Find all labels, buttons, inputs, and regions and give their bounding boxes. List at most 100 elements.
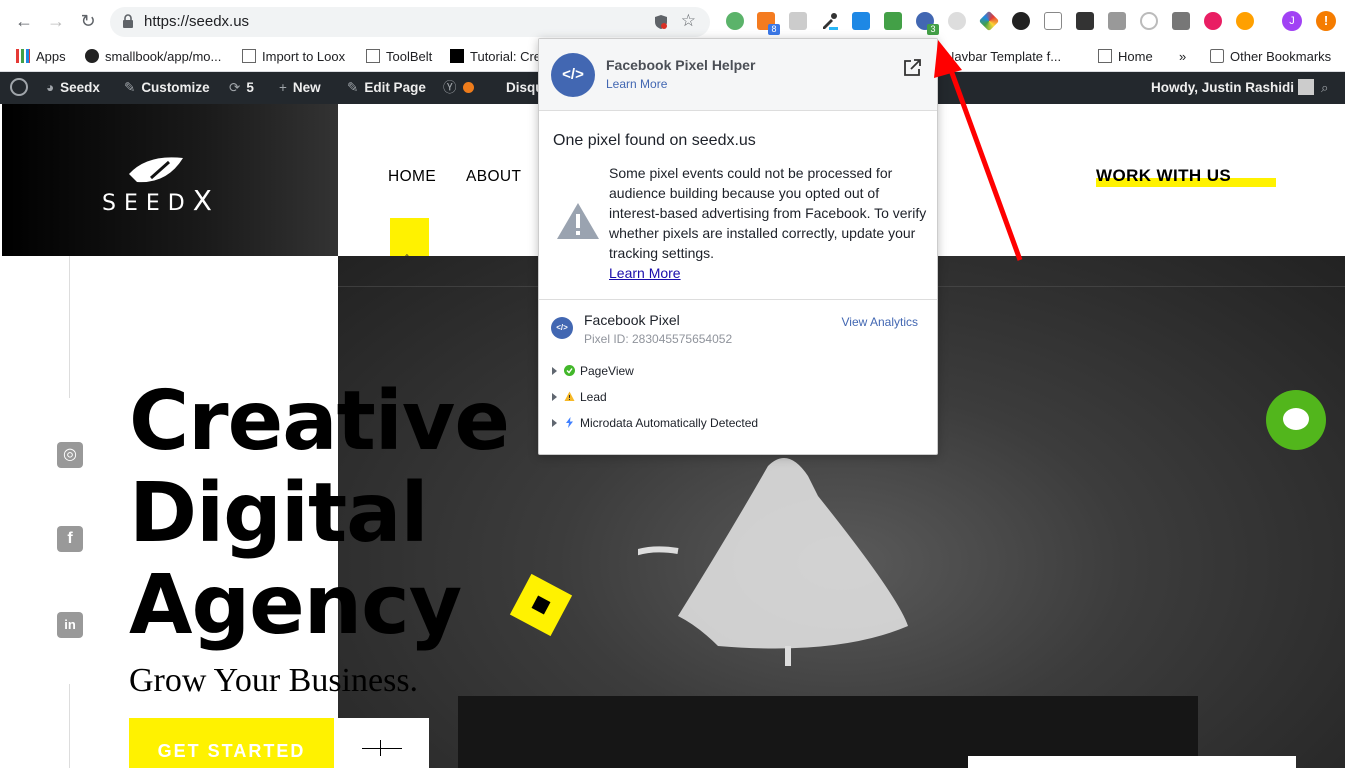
back-icon[interactable]: ← xyxy=(14,11,34,31)
lightning-icon xyxy=(566,417,573,428)
ballerina-image xyxy=(638,458,908,666)
lock-icon xyxy=(123,14,133,28)
bookmarks-overflow[interactable]: » xyxy=(1179,48,1186,66)
bookmark-star-icon[interactable]: ☆ xyxy=(681,11,696,31)
wp-howdy-user[interactable]: Howdy, Justin Rashidi xyxy=(1151,72,1314,104)
popup-header: </> Facebook Pixel Helper Learn More xyxy=(539,39,937,111)
updates-icon: ⟳ xyxy=(229,80,241,95)
url-text[interactable]: https://seedx.us xyxy=(144,13,249,30)
nav-home[interactable]: HOME xyxy=(388,168,436,186)
seo-status-dot xyxy=(462,82,474,93)
arrow-icon xyxy=(362,740,402,756)
bookmark-import-loox[interactable]: Import to Loox xyxy=(242,48,345,66)
pencil-icon: ✎ xyxy=(347,80,359,95)
success-check-icon xyxy=(564,365,575,376)
bookmark-home[interactable]: Home xyxy=(1098,48,1153,66)
reload-icon[interactable]: ↻ xyxy=(78,11,98,31)
pixel-helper-logo-icon: </> xyxy=(551,53,595,97)
medium-icon xyxy=(450,49,464,63)
android-extension-icon[interactable] xyxy=(726,12,744,30)
window-extension-icon[interactable] xyxy=(1108,12,1126,30)
wordpress-logo-icon[interactable] xyxy=(10,72,34,104)
pixel-helper-extension-icon[interactable]: 3 xyxy=(916,12,939,35)
plus-icon: + xyxy=(279,80,287,95)
event-microdata[interactable]: Microdata Automatically Detected xyxy=(552,415,758,431)
checklist-extension-icon[interactable] xyxy=(1076,12,1094,30)
inbox-extension-icon[interactable] xyxy=(884,12,902,30)
yoast-icon[interactable]: Ⓨ xyxy=(443,72,474,104)
view-analytics-link[interactable]: View Analytics xyxy=(842,315,918,329)
hero-heading: Creative Digital Agency xyxy=(129,374,510,653)
warning-small-icon xyxy=(564,391,575,401)
popup-title: Facebook Pixel Helper xyxy=(606,57,756,73)
bookmark-other[interactable]: Other Bookmarks xyxy=(1210,48,1331,66)
profile-avatar[interactable]: J xyxy=(1282,11,1302,31)
shield-icon[interactable] xyxy=(654,14,668,30)
github-icon xyxy=(85,49,99,63)
bookmark-navbar-template[interactable]: Navbar Template f... xyxy=(945,48,1061,66)
folder-icon xyxy=(1210,49,1224,63)
header-learn-more-link[interactable]: Learn More xyxy=(606,77,667,91)
page-icon xyxy=(366,49,380,63)
arrow-button[interactable] xyxy=(334,718,429,768)
facebook-icon[interactable]: f xyxy=(57,526,83,552)
page-icon xyxy=(242,49,256,63)
wp-edit-page-link[interactable]: ✎ Edit Page xyxy=(347,72,426,104)
expand-triangle-icon xyxy=(552,367,557,375)
address-bar[interactable]: https://seedx.us ☆ xyxy=(110,7,710,37)
update-alert-icon[interactable]: ! xyxy=(1316,11,1336,31)
bookmark-smallbook[interactable]: smallbook/app/mo... xyxy=(85,48,221,66)
camera-extension-icon[interactable] xyxy=(1172,12,1190,30)
pixel-helper-popup: </> Facebook Pixel Helper Learn More One… xyxy=(538,38,938,455)
hubspot-extension-icon[interactable]: 8 xyxy=(757,12,780,35)
event-lead[interactable]: Lead xyxy=(552,389,607,405)
bookmark-apps[interactable]: Apps xyxy=(16,48,66,66)
apps-grid-icon xyxy=(16,49,30,63)
k-extension-icon[interactable] xyxy=(1012,12,1030,30)
instagram-icon[interactable]: ◎ xyxy=(57,442,83,468)
logo-x: X xyxy=(192,184,212,217)
eyedropper-extension-icon[interactable] xyxy=(820,12,838,30)
pixels-found-text: One pixel found on seedx.us xyxy=(553,132,756,149)
brush-icon: ✎ xyxy=(124,80,136,95)
wp-updates-link[interactable]: ⟳ 5 xyxy=(229,72,254,104)
pixel-icon: </> xyxy=(551,317,573,339)
pixel-id: Pixel ID: 283045575654052 xyxy=(584,332,733,346)
browser-toolbar: ← → ↻ https://seedx.us ☆ 8 3 J ! xyxy=(0,0,1345,42)
dashboard-icon: ◕ xyxy=(46,80,55,95)
nav-work-with-us[interactable]: WORK WITH US xyxy=(1096,166,1231,186)
hero-tagline: Grow Your Business. xyxy=(129,662,419,699)
download-extension-icon[interactable] xyxy=(852,12,870,30)
wp-site-link[interactable]: ◕ Seedx xyxy=(46,72,100,104)
page-extension-icon[interactable] xyxy=(789,12,807,30)
chat-bubble-icon xyxy=(1283,408,1309,430)
external-link-icon[interactable] xyxy=(903,59,921,77)
expand-triangle-icon xyxy=(552,419,557,427)
color-extension-icon[interactable] xyxy=(978,10,1000,32)
extension-badge: 8 xyxy=(768,24,780,35)
grey-extension-icon[interactable] xyxy=(948,12,966,30)
forward-icon[interactable]: → xyxy=(46,11,66,31)
wp-new-link[interactable]: + New xyxy=(279,72,321,104)
bookmark-toolbelt[interactable]: ToolBelt xyxy=(366,48,432,66)
c-extension-icon[interactable] xyxy=(1044,12,1062,30)
chat-widget-button[interactable] xyxy=(1266,390,1326,450)
heart-extension-icon[interactable] xyxy=(1204,12,1222,30)
warning-triangle-icon xyxy=(557,203,599,239)
pixel-name: Facebook Pixel xyxy=(584,312,680,328)
wp-search-icon[interactable]: ⌕ xyxy=(1321,72,1329,104)
leaf-logo-icon xyxy=(129,157,183,183)
wp-customize-link[interactable]: ✎ Customize xyxy=(124,72,210,104)
bookmark-tutorial[interactable]: Tutorial: Cre xyxy=(450,48,541,66)
site-logo[interactable]: SEEDX xyxy=(2,104,338,256)
event-pageview[interactable]: PageView xyxy=(552,363,634,379)
warning-message: Some pixel events could not be processed… xyxy=(609,165,927,261)
user-avatar xyxy=(1297,79,1314,95)
get-started-button[interactable]: GET STARTED xyxy=(129,718,334,768)
cloud-upload-extension-icon[interactable] xyxy=(1236,12,1254,30)
linkedin-icon[interactable]: in xyxy=(57,612,83,638)
nav-about[interactable]: ABOUT xyxy=(466,168,521,186)
page-icon xyxy=(1098,49,1112,63)
warning-learn-more-link[interactable]: Learn More xyxy=(609,265,681,281)
zoom-extension-icon[interactable] xyxy=(1140,12,1158,30)
